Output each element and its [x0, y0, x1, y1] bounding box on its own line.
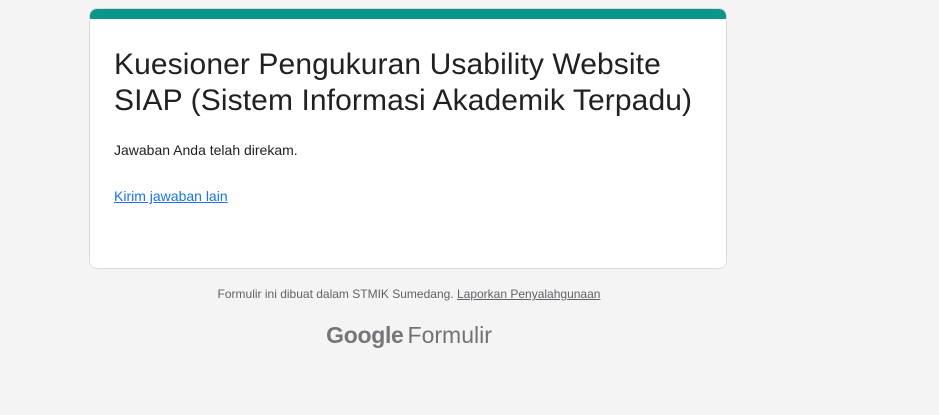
- footer-created-text: Formulir ini dibuat dalam STMIK Sumedang…: [217, 287, 454, 301]
- brand-product-text: Formulir: [407, 322, 492, 348]
- footer-note: Formulir ini dibuat dalam STMIK Sumedang…: [89, 286, 729, 302]
- card-body: Kuesioner Pengukuran Usability Website S…: [114, 47, 702, 206]
- page: Kuesioner Pengukuran Usability Website S…: [0, 0, 939, 415]
- report-abuse-link[interactable]: Laporkan Penyalahgunaan: [457, 287, 600, 301]
- submit-another-response-link[interactable]: Kirim jawaban lain: [114, 186, 228, 206]
- confirmation-message: Jawaban Anda telah direkam.: [114, 142, 298, 158]
- card-accent-bar: [90, 9, 726, 19]
- form-confirmation-card: Kuesioner Pengukuran Usability Website S…: [89, 8, 727, 269]
- brand-google-text: Google: [326, 322, 404, 348]
- form-title: Kuesioner Pengukuran Usability Website S…: [114, 48, 693, 117]
- google-forms-logo[interactable]: Google Formulir: [89, 320, 729, 350]
